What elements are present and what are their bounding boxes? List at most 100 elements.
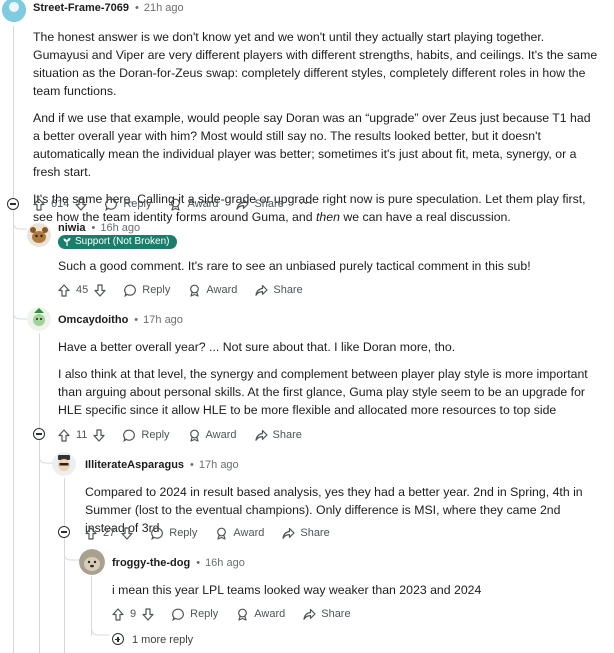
vote-count: 614 [51,198,70,210]
avatar[interactable] [2,0,26,22]
comment-actions: 11 Reply Award Share [58,426,320,444]
downvote-icon[interactable] [75,197,87,211]
flair-plant-icon [63,238,71,246]
award-button[interactable]: Award [188,284,237,297]
thread-line-level1 [39,333,40,653]
share-button[interactable]: Share [236,198,284,211]
comment-body: i mean this year LPL teams looked way we… [112,581,602,599]
reply-button[interactable]: Reply [105,198,151,211]
more-options-button[interactable]: ··· [300,198,314,210]
share-label: Share [272,429,302,441]
comment-meta: IlliterateAsparagus • 17h ago [85,459,239,471]
avatar[interactable] [27,223,51,247]
comment-paragraph: I also think at that level, the synergy … [58,367,588,417]
reply-icon [151,527,164,540]
reply-icon [123,429,136,442]
share-button[interactable]: Share [255,284,303,297]
reply-icon [124,284,137,297]
share-icon [255,284,268,296]
comment-paragraph: The honest answer is we don't know yet a… [33,30,598,98]
award-button[interactable]: Award [169,198,218,211]
share-icon [282,527,295,539]
avatar[interactable] [27,307,51,331]
comment-meta: Street-Frame-7069 • 21h ago [33,2,184,14]
thread-branch [13,305,27,320]
vote-group: 11 [58,428,106,442]
username[interactable]: Omcaydoitho [58,314,128,326]
user-flair: Support (Not Broken) [58,235,177,249]
timestamp[interactable]: 17h ago [143,314,183,326]
share-label: Share [300,527,330,539]
share-label: Share [254,198,284,210]
username[interactable]: Street-Frame-7069 [33,2,129,14]
vote-group: 27 [85,526,133,540]
award-button[interactable]: Award [215,527,264,540]
reply-button[interactable]: Reply [151,527,197,540]
upvote-icon[interactable] [58,428,70,442]
comment-meta: niwia • 16h ago [58,222,140,234]
share-label: Share [321,608,351,620]
award-button[interactable]: Award [236,608,285,621]
vote-count: 45 [76,284,89,296]
comment-actions: 27 Reply Award Share [85,524,348,542]
avatar[interactable] [79,549,105,575]
collapse-thread-button[interactable] [7,198,19,210]
award-button[interactable]: Award [188,429,237,442]
comment-actions: 45 Reply Award Share [58,281,321,299]
vote-group: 9 [112,607,154,621]
award-icon [238,608,248,621]
reply-button[interactable]: Reply [123,429,170,442]
thread-branch [39,449,53,464]
award-icon [217,527,227,540]
downvote-icon[interactable] [94,283,106,297]
username[interactable]: IlliterateAsparagus [85,459,184,471]
reply-button[interactable]: Reply [124,284,170,297]
avatar[interactable] [52,452,76,476]
flair-text: Support (Not Broken) [75,236,170,247]
share-button[interactable]: Share [254,429,302,442]
username[interactable]: froggy-the-dog [112,557,190,569]
comment-body: Have a better overall year? ... Not sure… [58,338,598,419]
share-button[interactable]: Share [303,608,351,621]
upvote-icon[interactable] [58,283,70,297]
reply-button[interactable]: Reply [172,608,218,621]
vote-group: 614 [33,197,87,211]
award-icon [190,284,200,297]
share-icon [303,608,316,620]
upvote-icon[interactable] [85,526,97,540]
thread-line-root [13,26,14,653]
more-replies-link[interactable]: 1 more reply [132,634,193,646]
upvote-icon[interactable] [112,607,124,621]
upvote-icon[interactable] [33,197,45,211]
meta-separator: • [196,557,201,569]
meta-separator: • [91,222,96,234]
reply-label: Reply [190,608,219,620]
comment-actions: 614 Reply Award Share ··· [33,195,314,213]
reply-label: Reply [142,284,171,296]
thread-branch [13,215,27,230]
timestamp[interactable]: 17h ago [199,459,239,471]
comment-actions: 9 Reply Award Share [112,605,369,623]
share-button[interactable]: Share [282,527,330,540]
emphasis-text: then [315,210,340,224]
meta-separator: • [134,314,139,326]
downvote-icon[interactable] [93,428,106,442]
share-label: Share [273,284,303,296]
comment-paragraph: Have a better overall year? ... Not sure… [58,340,456,354]
downvote-icon[interactable] [142,607,154,621]
timestamp[interactable]: 21h ago [144,2,184,14]
reply-icon [172,608,185,621]
expand-replies-icon[interactable] [112,633,124,645]
award-label: Award [233,527,265,539]
vote-count: 11 [76,429,88,441]
downvote-icon[interactable] [121,526,133,540]
award-label: Award [254,608,286,620]
comment-body: Such a good comment. It's rare to see an… [58,257,598,275]
timestamp[interactable]: 16h ago [205,557,245,569]
comment-meta: froggy-the-dog • 16h ago [112,557,245,569]
meta-separator: • [135,2,139,14]
collapse-thread-button[interactable] [33,428,45,440]
username[interactable]: niwia [58,222,86,234]
timestamp[interactable]: 16h ago [100,222,140,234]
collapse-thread-button[interactable] [58,526,70,538]
